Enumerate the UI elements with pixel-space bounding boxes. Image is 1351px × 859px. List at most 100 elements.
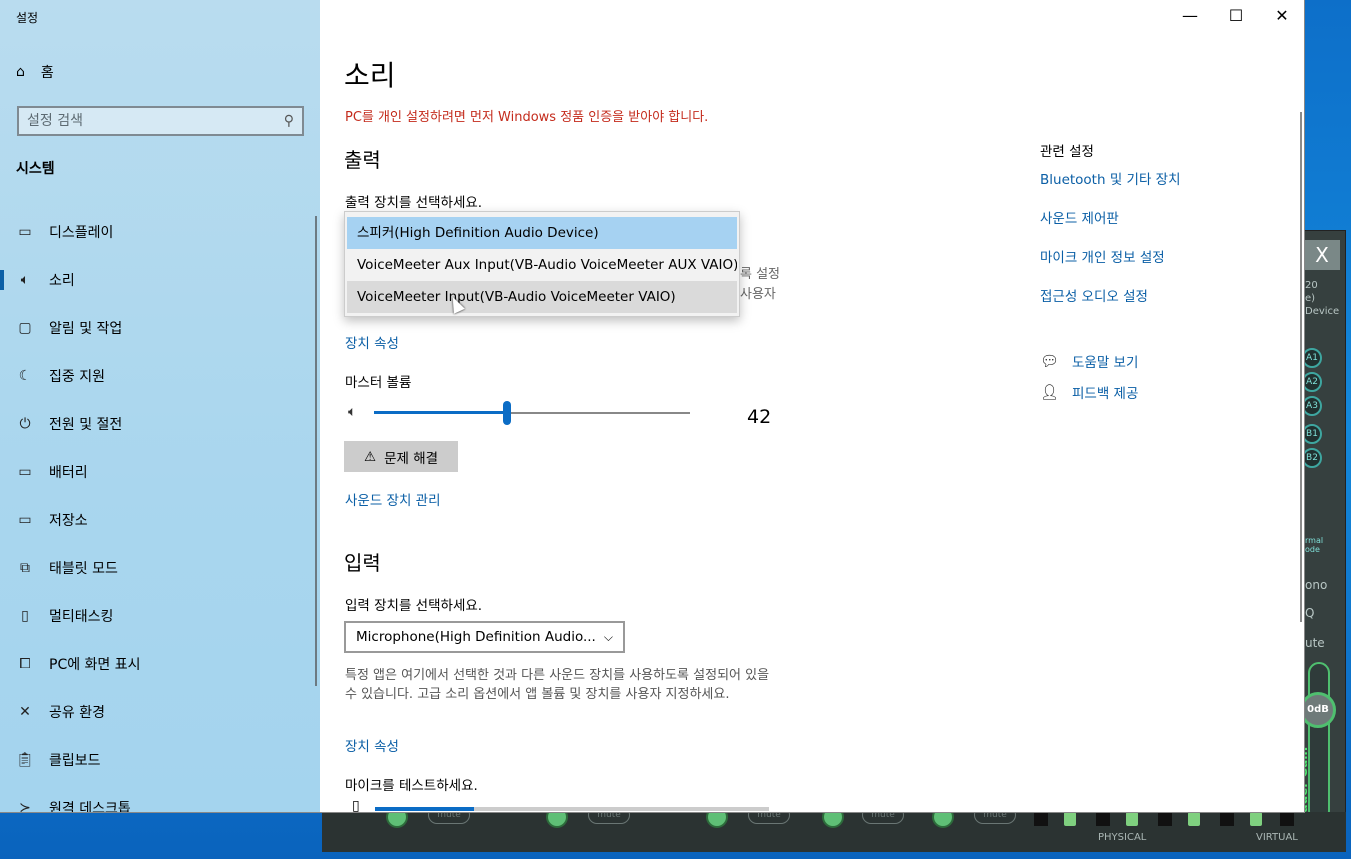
message-icon: ▢ bbox=[18, 320, 32, 336]
sidebar-item-projecting[interactable]: ⧠ PC에 화면 표시 bbox=[0, 640, 320, 688]
chevron-down-icon: ⌵ bbox=[603, 629, 613, 644]
help-label: 도움말 보기 bbox=[1072, 355, 1139, 371]
settings-window: 설정 ⌂ 홈 ⚲ 시스템 ▭ 디스플레이 🔈︎ 소리 ▢ 알림 및 작업 bbox=[0, 0, 1305, 813]
content-scrollbar[interactable] bbox=[1300, 112, 1302, 622]
sidebar-item-label: 공유 환경 bbox=[49, 705, 105, 721]
voicemeeter-bus-a1[interactable]: A1 bbox=[1302, 348, 1322, 368]
voicemeeter-bus-led[interactable] bbox=[1188, 812, 1200, 826]
sidebar-item-shared-experiences[interactable]: ✕ 공유 환경 bbox=[0, 688, 320, 736]
output-heading: 출력 bbox=[344, 148, 381, 172]
sidebar-item-clipboard[interactable]: 📋︎ 클립보드 bbox=[0, 736, 320, 784]
sidebar-item-label: 클립보드 bbox=[49, 753, 101, 769]
related-link-accessibility-audio[interactable]: 접근성 오디오 설정 bbox=[1040, 285, 1148, 305]
output-device-option[interactable]: VoiceMeeter Input(VB-Audio VoiceMeeter V… bbox=[347, 281, 737, 313]
voicemeeter-mute-button[interactable]: ute bbox=[1305, 636, 1325, 650]
moon-icon: ☾ bbox=[18, 368, 32, 384]
volume-value: 42 bbox=[747, 406, 772, 428]
sidebar-item-label: 디스플레이 bbox=[49, 225, 114, 241]
search-icon[interactable]: ⚲ bbox=[284, 113, 294, 129]
voicemeeter-bus-square[interactable] bbox=[1034, 812, 1048, 826]
voicemeeter-fader-knob[interactable]: 0dB bbox=[1300, 692, 1336, 728]
feedback-label: 피드백 제공 bbox=[1072, 386, 1139, 402]
voicemeeter-bus-led[interactable] bbox=[1126, 812, 1138, 826]
activation-warning: PC를 개인 설정하려면 먼저 Windows 정품 인증을 받아야 합니다. bbox=[345, 110, 709, 125]
voicemeeter-close-button[interactable]: X bbox=[1304, 240, 1340, 270]
share-icon: ✕ bbox=[19, 704, 31, 720]
home-icon: ⌂ bbox=[16, 64, 25, 80]
nav-list: ▭ 디스플레이 🔈︎ 소리 ▢ 알림 및 작업 ☾ 집중 지원 ⏻ 전원 및 절… bbox=[0, 208, 320, 812]
volume-slider-thumb[interactable] bbox=[502, 401, 511, 425]
voicemeeter-bus-led[interactable] bbox=[1250, 812, 1262, 826]
master-volume-control: 🔈︎ bbox=[348, 400, 798, 426]
output-device-option[interactable]: VoiceMeeter Aux Input(VB-Audio VoiceMeet… bbox=[347, 249, 737, 281]
sidebar-item-tablet-mode[interactable]: ⧉ 태블릿 모드 bbox=[0, 544, 320, 592]
sidebar-item-label: 태블릿 모드 bbox=[49, 561, 118, 577]
sidebar-item-power[interactable]: ⏻ 전원 및 절전 bbox=[0, 400, 320, 448]
voicemeeter-physical-label: PHYSICAL bbox=[1098, 832, 1147, 843]
voicemeeter-bus-a2[interactable]: A2 bbox=[1302, 372, 1322, 392]
help-link[interactable]: 💬︎ 도움말 보기 bbox=[1040, 351, 1138, 371]
sidebar-item-label: 멀티태스킹 bbox=[49, 609, 114, 625]
voicemeeter-bus-b1[interactable]: B1 bbox=[1302, 424, 1322, 444]
microphone-icon: ▯ bbox=[352, 798, 360, 813]
troubleshoot-button[interactable]: ⚠ 문제 해결 bbox=[344, 441, 458, 472]
manage-sound-devices-link[interactable]: 사운드 장치 관리 bbox=[345, 489, 441, 509]
search-box[interactable]: ⚲ bbox=[17, 106, 304, 136]
sidebar-item-focus-assist[interactable]: ☾ 집중 지원 bbox=[0, 352, 320, 400]
input-heading: 입력 bbox=[344, 551, 381, 575]
battery-icon: ▭ bbox=[18, 464, 32, 480]
sidebar-item-label: 배터리 bbox=[49, 465, 88, 481]
input-device-properties-link[interactable]: 장치 속성 bbox=[345, 735, 399, 755]
sidebar-item-sound[interactable]: 🔈︎ 소리 bbox=[0, 256, 320, 304]
voicemeeter-bus-b2[interactable]: B2 bbox=[1302, 448, 1322, 468]
related-settings-title: 관련 설정 bbox=[1040, 144, 1094, 160]
voicemeeter-bus-square[interactable] bbox=[1096, 812, 1110, 826]
output-device-properties-link[interactable]: 장치 속성 bbox=[345, 332, 399, 352]
voicemeeter-bus-a3[interactable]: A3 bbox=[1302, 396, 1322, 416]
sidebar-item-notifications[interactable]: ▢ 알림 및 작업 bbox=[0, 304, 320, 352]
troubleshoot-label: 문제 해결 bbox=[384, 450, 439, 467]
sidebar-item-label: 전원 및 절전 bbox=[49, 417, 123, 433]
clipboard-icon: 📋︎ bbox=[16, 752, 34, 768]
voicemeeter-virtual-label: VIRTUAL bbox=[1256, 832, 1298, 843]
app-title: 설정 bbox=[16, 11, 39, 25]
sidebar-scrollbar[interactable] bbox=[315, 216, 317, 686]
master-volume-label: 마스터 볼륨 bbox=[345, 375, 412, 391]
voicemeeter-bus-square[interactable] bbox=[1280, 812, 1294, 826]
sidebar-item-label: 알림 및 작업 bbox=[49, 321, 123, 337]
input-device-selected: Microphone(High Definition Audio... bbox=[356, 629, 596, 645]
input-choose-label: 입력 장치를 선택하세요. bbox=[345, 598, 483, 614]
project-icon: ⧠ bbox=[19, 656, 31, 672]
voicemeeter-eq-button[interactable]: Q bbox=[1305, 606, 1314, 620]
sidebar-item-display[interactable]: ▭ 디스플레이 bbox=[0, 208, 320, 256]
voicemeeter-bus-led[interactable] bbox=[1064, 812, 1076, 826]
related-link-bluetooth[interactable]: Bluetooth 및 기타 장치 bbox=[1040, 168, 1181, 188]
feedback-link[interactable]: 👤︎ 피드백 제공 bbox=[1040, 382, 1138, 402]
voicemeeter-mode-normal[interactable]: rmal ode bbox=[1305, 536, 1335, 554]
output-description-fragment: 사용자 bbox=[740, 287, 776, 302]
voicemeeter-bus-square[interactable] bbox=[1220, 812, 1234, 826]
page-title: 소리 bbox=[344, 59, 396, 92]
voicemeeter-bus-square[interactable] bbox=[1158, 812, 1172, 826]
output-choose-label: 출력 장치를 선택하세요. bbox=[345, 195, 483, 211]
voicemeeter-mono-button[interactable]: ono bbox=[1305, 578, 1327, 592]
sidebar-item-multitasking[interactable]: ▯ 멀티태스킹 bbox=[0, 592, 320, 640]
nav-home[interactable]: ⌂ 홈 bbox=[16, 62, 54, 82]
speaker-icon[interactable]: 🔈︎ bbox=[348, 404, 356, 420]
voicemeeter-text: Device bbox=[1305, 306, 1340, 317]
search-input[interactable] bbox=[27, 113, 257, 129]
monitor-icon: ▭ bbox=[18, 224, 32, 240]
tablet-icon: ⧉ bbox=[20, 560, 30, 576]
sidebar: 설정 ⌂ 홈 ⚲ 시스템 ▭ 디스플레이 🔈︎ 소리 ▢ 알림 및 작업 bbox=[0, 0, 320, 812]
related-link-sound-control-panel[interactable]: 사운드 제어판 bbox=[1040, 207, 1119, 227]
voicemeeter-fader-track[interactable] bbox=[1308, 662, 1330, 822]
mic-level-fill bbox=[375, 807, 474, 811]
sidebar-item-storage[interactable]: ▭ 저장소 bbox=[0, 496, 320, 544]
output-device-option[interactable]: 스피커(High Definition Audio Device) bbox=[347, 217, 737, 249]
sidebar-item-battery[interactable]: ▭ 배터리 bbox=[0, 448, 320, 496]
related-link-mic-privacy[interactable]: 마이크 개인 정보 설정 bbox=[1040, 246, 1165, 266]
input-device-select[interactable]: Microphone(High Definition Audio... ⌵ bbox=[344, 621, 625, 653]
sidebar-item-remote-desktop[interactable]: ≻ 원격 데스크톱 bbox=[0, 784, 320, 812]
main-content: 소리 PC를 개인 설정하려면 먼저 Windows 정품 인증을 받아야 합니… bbox=[320, 0, 1304, 813]
volume-slider-fill bbox=[374, 411, 507, 414]
